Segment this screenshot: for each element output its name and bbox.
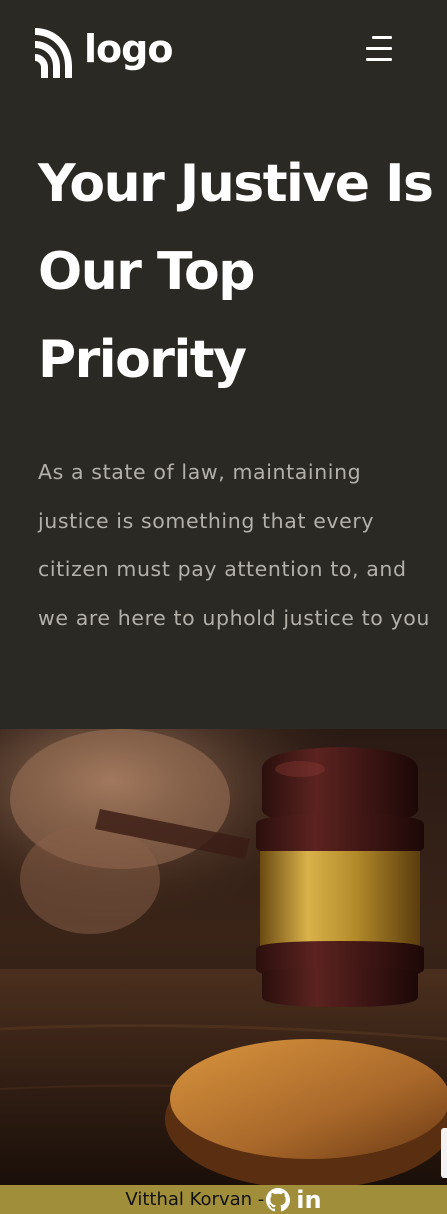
hero-description: As a state of law, maintaining justice i… [38, 460, 431, 630]
judge-gavel-photo [0, 729, 447, 1185]
logo-text: logo [84, 27, 173, 71]
hero-title: Your Justive Is Our Top Priority [38, 140, 447, 404]
github-icon[interactable] [266, 1187, 291, 1212]
logo-mark-icon [35, 28, 72, 78]
hero-title-line: Our Top [38, 242, 255, 302]
hero-title-line: Priority [38, 330, 247, 390]
hamburger-menu-icon[interactable] [364, 36, 392, 62]
site-footer: Vitthal Korvan - in [0, 1185, 447, 1214]
site-header: logo [0, 0, 447, 110]
hero-title-line: Your Justive Is [38, 154, 434, 214]
side-scroll-tab[interactable] [441, 1128, 447, 1178]
footer-credit: Vitthal Korvan - [125, 1189, 265, 1210]
logo[interactable]: logo [32, 24, 173, 80]
linkedin-icon[interactable]: in [296, 1188, 321, 1212]
